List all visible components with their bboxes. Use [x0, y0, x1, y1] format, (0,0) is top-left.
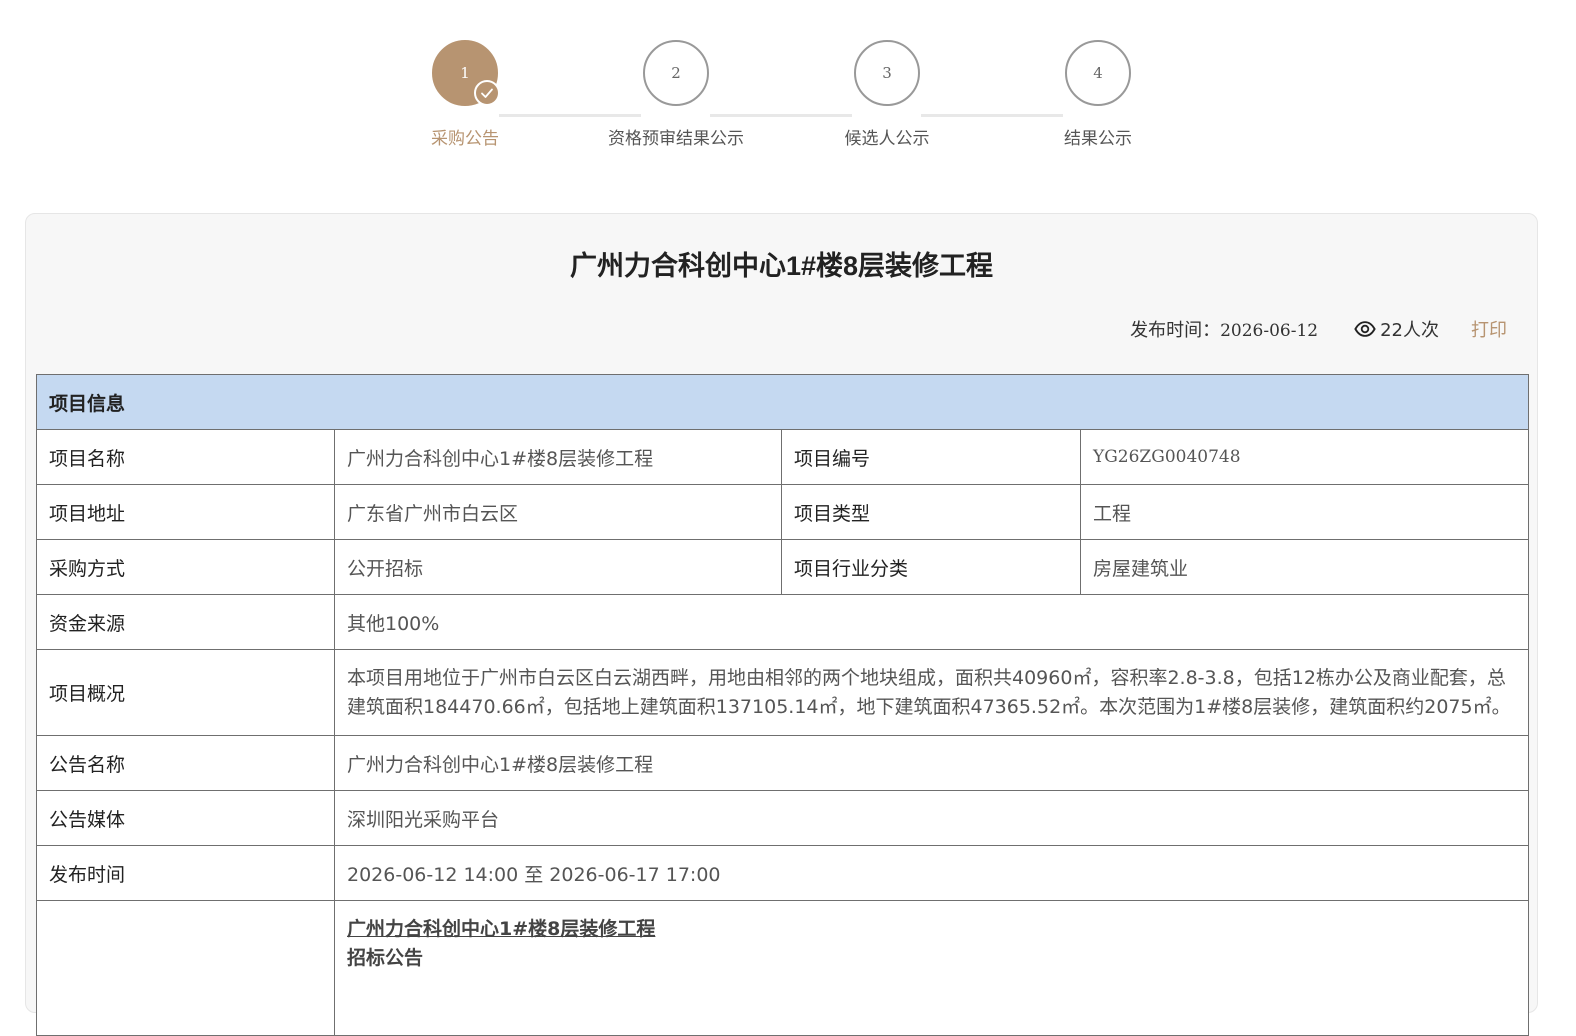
table-row: 发布时间 2026-06-12 14:00 至 2026-06-17 17:00: [36, 845, 1530, 901]
step-candidate-notice[interactable]: 3 候选人公示: [787, 40, 987, 149]
step-label: 采购公告: [431, 129, 499, 149]
step-prequalification-result[interactable]: 2 资格预审结果公示: [576, 40, 776, 149]
step-label: 候选人公示: [844, 129, 930, 149]
project-info-table: 项目信息 项目名称 广州力合科创中心1#楼8层装修工程 项目编号 YG26ZG0…: [35, 374, 1530, 1036]
project-name-label: 项目名称: [36, 429, 335, 485]
step-number: 3: [882, 64, 892, 82]
table-row: 项目概况 本项目用地位于广州市白云区白云湖西畔，用地由相邻的两个地块组成，面积共…: [36, 649, 1530, 736]
table-section-header: 项目信息: [35, 374, 1530, 430]
funds-value: 其他100%: [333, 594, 1530, 650]
notice-name-value: 广州力合科创中心1#楼8层装修工程: [333, 735, 1530, 791]
content-subtitle: 招标公告: [347, 947, 424, 969]
view-count: 22人次: [1354, 316, 1439, 342]
notice-name-label: 公告名称: [36, 735, 335, 791]
step-number: 1: [460, 64, 470, 82]
project-code-value: YG26ZG0040748: [1079, 429, 1530, 485]
table-row: 采购方式 公开招标 项目行业分类 房屋建筑业: [36, 539, 1530, 595]
eye-icon: [1354, 321, 1376, 337]
industry-value: 房屋建筑业: [1079, 539, 1530, 595]
overview-label: 项目概况: [36, 649, 335, 736]
section-title: 项目信息: [35, 374, 1530, 430]
procurement-method-label: 采购方式: [36, 539, 335, 595]
step-label: 结果公示: [1064, 129, 1132, 149]
check-icon: [474, 80, 500, 106]
step-circle: 1: [432, 40, 500, 106]
content-title-link[interactable]: 广州力合科创中心1#楼8层装修工程: [347, 915, 1516, 944]
notice-content: 广州力合科创中心1#楼8层装修工程 招标公告: [333, 900, 1530, 1036]
address-value: 广东省广州市白云区: [334, 484, 782, 540]
publish-label: 发布时间：: [1130, 320, 1221, 341]
media-value: 深圳阳光采购平台: [333, 790, 1530, 846]
time-range-value: 2026-06-12 14:00 至 2026-06-17 17:00: [333, 845, 1530, 901]
view-count-text: 22人次: [1380, 320, 1439, 341]
address-label: 项目地址: [36, 484, 335, 540]
step-result-notice[interactable]: 4 结果公示: [998, 40, 1198, 149]
time-label: 发布时间: [36, 845, 335, 901]
notice-card: 广州力合科创中心1#楼8层装修工程 发布时间：2026-06-12 22人次 打…: [25, 213, 1538, 1036]
project-type-label: 项目类型: [781, 484, 1081, 540]
table-row: 公告名称 广州力合科创中心1#楼8层装修工程: [36, 735, 1530, 791]
project-type-value: 工程: [1079, 484, 1530, 540]
step-number: 2: [671, 64, 681, 82]
table-row: 项目地址 广东省广州市白云区 项目类型 工程: [36, 484, 1530, 540]
table-row: 资金来源 其他100%: [36, 594, 1530, 650]
publish-info: 发布时间：2026-06-12: [1130, 316, 1318, 342]
table-row: 广州力合科创中心1#楼8层装修工程 招标公告: [36, 900, 1530, 1036]
procurement-method-value: 公开招标: [334, 539, 782, 595]
notice-meta: 发布时间：2026-06-12 22人次 打印: [1130, 316, 1507, 342]
publish-date: 2026-06-12: [1220, 321, 1319, 341]
page-title: 广州力合科创中心1#楼8层装修工程: [569, 251, 994, 281]
step-procurement-notice[interactable]: 1 采购公告: [365, 40, 565, 149]
industry-label: 项目行业分类: [781, 539, 1081, 595]
content-label-cell: [36, 900, 335, 1036]
step-circle: 3: [854, 40, 920, 106]
project-code-label: 项目编号: [781, 429, 1081, 485]
step-number: 4: [1093, 64, 1103, 82]
process-steps: 1 采购公告 2 资格预审结果公示 3 候选人公示 4 结果公示: [0, 40, 1576, 160]
table-row: 公告媒体 深圳阳光采购平台: [36, 790, 1530, 846]
media-label: 公告媒体: [36, 790, 335, 846]
step-label: 资格预审结果公示: [608, 129, 744, 149]
funds-label: 资金来源: [36, 594, 335, 650]
table-row: 项目名称 广州力合科创中心1#楼8层装修工程 项目编号 YG26ZG004074…: [36, 429, 1530, 485]
step-circle: 4: [1065, 40, 1131, 106]
project-name-value: 广州力合科创中心1#楼8层装修工程: [334, 429, 782, 485]
step-circle: 2: [643, 40, 709, 106]
print-link[interactable]: 打印: [1471, 316, 1507, 342]
overview-value: 本项目用地位于广州市白云区白云湖西畔，用地由相邻的两个地块组成，面积共40960…: [333, 649, 1530, 736]
